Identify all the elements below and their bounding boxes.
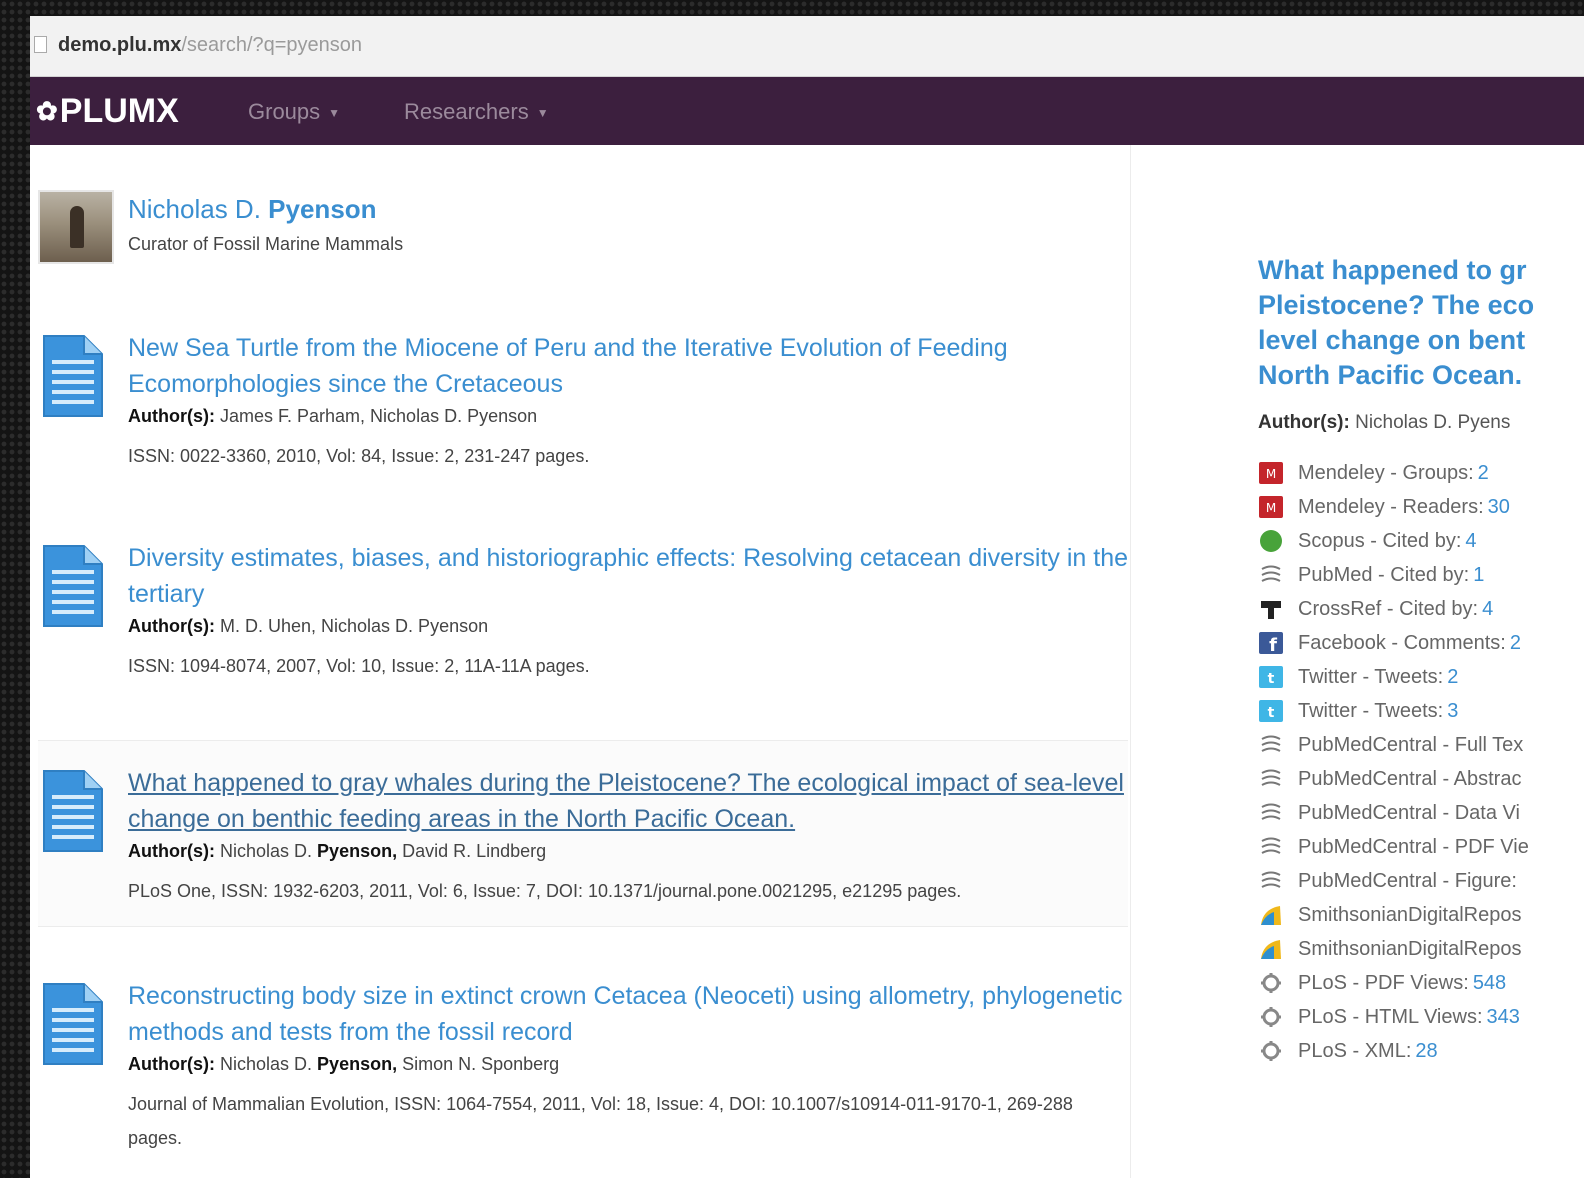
metric-row[interactable]: PubMedCentral - Full Tex [1258, 728, 1533, 762]
scopus-icon [1260, 530, 1282, 552]
metric-row[interactable]: SmithsonianDigitalRepos [1258, 932, 1533, 966]
plumx-logo[interactable]: ✿ PLUMX [36, 91, 179, 131]
pubmed-icon [1261, 565, 1281, 582]
nav-groups-dropdown[interactable]: Groups ▼ [248, 99, 340, 125]
publication-title-link[interactable]: New Sea Turtle from the Miocene of Peru … [128, 330, 1128, 402]
artifact-title[interactable]: What happened to gr Pleistocene? The eco… [1258, 253, 1584, 393]
metric-row[interactable]: M Mendeley - Readers: 30 [1258, 490, 1533, 524]
page-icon [34, 36, 47, 53]
nav-researchers-dropdown[interactable]: Researchers ▼ [404, 99, 549, 125]
publication-authors: Author(s): M. D. Uhen, Nicholas D. Pyens… [128, 616, 489, 636]
publication-title-link[interactable]: Reconstructing body size in extinct crow… [128, 978, 1128, 1050]
address-bar[interactable]: demo.plu.mx/search/?q=pyenson [30, 16, 1584, 77]
plos-icon [1261, 973, 1281, 993]
pubmed-icon [1261, 871, 1281, 888]
metric-row[interactable]: PubMedCentral - Abstrac [1258, 762, 1533, 796]
researcher-name-link[interactable]: Nicholas D. Pyenson [128, 194, 377, 225]
crossref-icon [1261, 601, 1281, 619]
mendeley-icon: M [1259, 496, 1283, 518]
metrics-list: M Mendeley - Groups: 2 M Mendeley - Reade… [1258, 456, 1533, 1068]
metric-row[interactable]: PLoS - XML: 28 [1258, 1034, 1533, 1068]
svg-text:f: f [1269, 635, 1277, 655]
metric-row[interactable]: t Twitter - Tweets: 2 [1258, 660, 1533, 694]
publication-meta: Journal of Mammalian Evolution, ISSN: 10… [128, 1094, 1073, 1148]
publication-authors: Author(s): James F. Parham, Nicholas D. … [128, 406, 538, 426]
document-icon [43, 983, 103, 1065]
metric-row[interactable]: PubMedCentral - PDF Vie [1258, 830, 1533, 864]
publication-item-selected: What happened to gray whales during the … [38, 740, 1128, 927]
metric-row[interactable]: M Mendeley - Groups: 2 [1258, 456, 1533, 490]
mendeley-icon: M [1259, 462, 1283, 484]
url-text[interactable]: demo.plu.mx/search/?q=pyenson [58, 34, 362, 57]
twitter-icon: t [1259, 700, 1283, 722]
caret-down-icon: ▼ [536, 106, 549, 121]
caret-down-icon: ▼ [328, 106, 341, 121]
facebook-icon: f [1259, 632, 1283, 655]
repository-icon [1261, 940, 1281, 959]
pubmed-icon [1261, 803, 1281, 820]
metric-row[interactable]: PLoS - PDF Views: 548 [1258, 966, 1533, 1000]
researcher-title: Curator of Fossil Marine Mammals [128, 234, 404, 254]
metric-row[interactable]: SmithsonianDigitalRepos [1258, 898, 1533, 932]
publication-authors: Author(s): Nicholas D. Pyenson, David R.… [128, 841, 547, 861]
publication-meta: PLoS One, ISSN: 1932-6203, 2011, Vol: 6,… [128, 881, 962, 901]
document-icon [43, 770, 103, 852]
search-results: Nicholas D. Pyenson Curator of Fossil Ma… [30, 145, 1131, 1178]
person-silhouette [70, 206, 84, 248]
twitter-icon: t [1259, 666, 1283, 688]
plos-icon [1261, 1041, 1281, 1061]
publication-item: Reconstructing body size in extinct crow… [38, 978, 1128, 1153]
metric-row[interactable]: PLoS - HTML Views: 343 [1258, 1000, 1533, 1034]
metric-row[interactable]: CrossRef - Cited by: 4 [1258, 592, 1533, 626]
document-icon [43, 545, 103, 627]
plumx-logo-icon: ✿ [36, 95, 58, 126]
publication-meta: ISSN: 0022-3360, 2010, Vol: 84, Issue: 2… [128, 446, 590, 466]
pubmed-icon [1261, 769, 1281, 786]
artifact-authors: Author(s): Nicholas D. Pyens [1258, 412, 1511, 433]
svg-text:M: M [1266, 467, 1276, 481]
metric-row[interactable]: f Facebook - Comments: 2 [1258, 626, 1533, 660]
publication-item: Diversity estimates, biases, and histori… [38, 540, 1128, 680]
top-navbar: ✿ PLUMX Groups ▼ Researchers ▼ [30, 77, 1584, 145]
publication-title-link[interactable]: What happened to gray whales during the … [128, 765, 1128, 837]
metric-row[interactable]: Scopus - Cited by: 4 [1258, 524, 1533, 558]
publication-title-link[interactable]: Diversity estimates, biases, and histori… [128, 540, 1128, 612]
pubmed-icon [1261, 837, 1281, 854]
pubmed-icon [1261, 735, 1281, 752]
svg-text:t: t [1268, 705, 1275, 721]
svg-text:t: t [1268, 671, 1275, 687]
browser-window: demo.plu.mx/search/?q=pyenson ✿ PLUMX Gr… [30, 16, 1584, 1178]
metric-row[interactable]: PubMedCentral - Figure: [1258, 864, 1533, 898]
metric-row[interactable]: t Twitter - Tweets: 3 [1258, 694, 1533, 728]
plos-icon [1261, 1007, 1281, 1027]
publication-item: New Sea Turtle from the Miocene of Peru … [38, 330, 1128, 470]
publication-meta: ISSN: 1094-8074, 2007, Vol: 10, Issue: 2… [128, 656, 590, 676]
svg-text:M: M [1266, 501, 1276, 515]
avatar[interactable] [38, 190, 114, 264]
publication-authors: Author(s): Nicholas D. Pyenson, Simon N.… [128, 1054, 560, 1074]
researcher-profile: Nicholas D. Pyenson Curator of Fossil Ma… [38, 190, 938, 270]
metric-row[interactable]: PubMedCentral - Data Vi [1258, 796, 1533, 830]
repository-icon [1261, 906, 1281, 925]
metric-row[interactable]: PubMed - Cited by: 1 [1258, 558, 1533, 592]
document-icon [43, 335, 103, 417]
artifact-detail-panel: What happened to gr Pleistocene? The eco… [1131, 145, 1584, 1178]
